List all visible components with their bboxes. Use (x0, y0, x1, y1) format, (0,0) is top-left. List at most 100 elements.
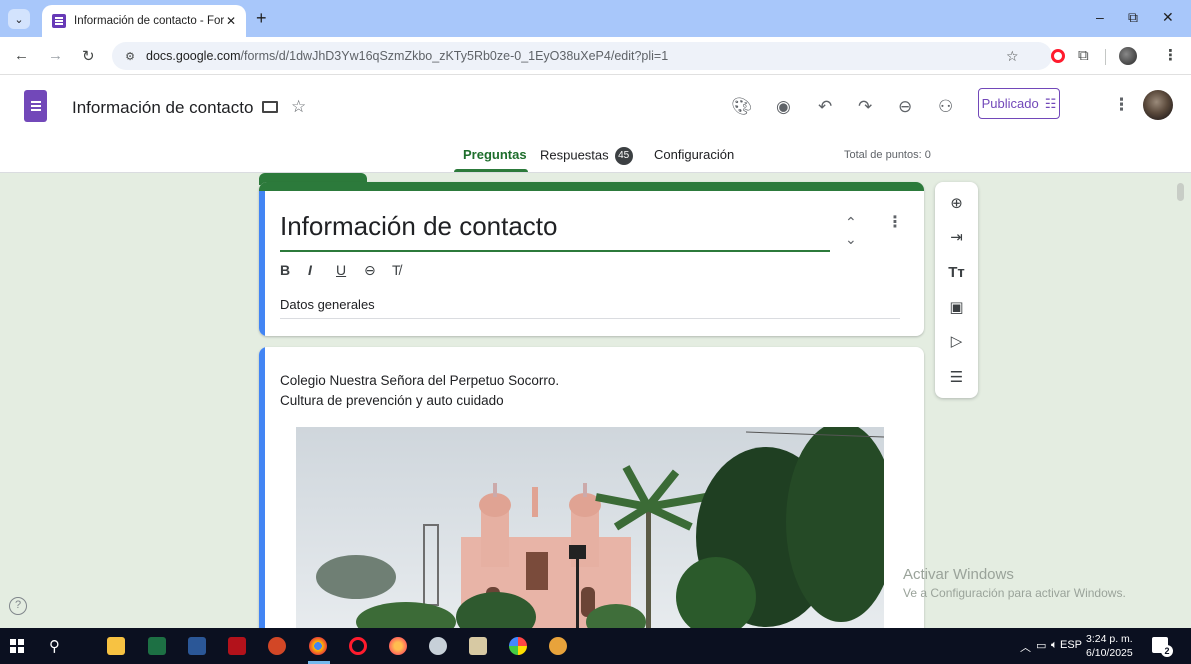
add-question-icon[interactable]: ⊕ (935, 194, 978, 212)
import-questions-icon[interactable]: ⇥ (935, 228, 978, 246)
taskbar-clock[interactable]: 3:24 p. m. 6/10/2025 (1086, 632, 1133, 660)
add-image-icon[interactable]: ▣ (935, 298, 978, 316)
title-card-top-bar (259, 182, 924, 191)
watermark-title: Activar Windows (903, 566, 1014, 583)
bold-button[interactable]: B (280, 262, 308, 279)
church-photo-image[interactable] (296, 427, 884, 637)
card-more-options-icon[interactable]: ⋮ (887, 212, 903, 232)
app-icon-3[interactable] (509, 637, 527, 655)
browser-menu-icon[interactable]: ⋮ (1163, 46, 1178, 64)
app-icon-4[interactable] (549, 637, 567, 655)
tray-show-hidden-icon[interactable]: ︿ (1020, 639, 1031, 655)
extensions-puzzle-icon[interactable]: ⧉ (1078, 47, 1089, 64)
description-line-1: Colegio Nuestra Señora del Perpetuo Soco… (280, 373, 560, 388)
move-to-folder-icon[interactable] (262, 101, 278, 113)
volume-icon[interactable]: 🔈︎ (1051, 639, 1058, 652)
form-title-input[interactable]: Información de contacto (280, 211, 830, 252)
toolbar-divider (1105, 49, 1106, 65)
network-icon[interactable]: ▭ (1036, 639, 1046, 652)
card-left-indicator (259, 347, 265, 637)
responses-count-badge: 45 (614, 147, 633, 165)
taskbar-search-icon[interactable]: ⚲ (49, 637, 60, 655)
selected-card-indicator (259, 191, 265, 336)
url-path: /forms/d/1dwJhD3Yw16qSzmZkbo_zKTy5Rb0ze-… (240, 49, 669, 63)
browser-profile-avatar[interactable] (1119, 47, 1137, 65)
forms-header: Información de contacto ☆ 🎨︎ ◉ ↶ ↷ ⊖ ⚇ P… (0, 75, 1191, 173)
forward-arrow-icon[interactable]: → (48, 47, 63, 64)
preview-eye-icon[interactable]: ◉ (776, 97, 791, 117)
floating-add-toolbar: ⊕ ⇥ Tт ▣ ▷ ☰ (935, 182, 978, 398)
published-label: Publicado (981, 96, 1039, 111)
collapse-icon[interactable]: ⌃ ⌄ (845, 214, 857, 248)
tab-responses[interactable]: Respuestas 45 (540, 147, 633, 165)
new-tab-button[interactable]: + (256, 8, 267, 29)
acrobat-icon[interactable] (228, 637, 246, 655)
address-bar[interactable]: ⚙ docs.google.com/forms/d/1dwJhD3Yw16qSz… (112, 42, 1052, 70)
chrome-icon[interactable] (309, 637, 327, 655)
powerpoint-icon[interactable] (268, 637, 286, 655)
restore-button[interactable]: ⧉ (1128, 9, 1138, 26)
watermark-subtitle: Ve a Configuración para activar Windows. (903, 586, 1126, 600)
url-text: docs.google.com/forms/d/1dwJhD3Yw16qSzmZ… (146, 49, 668, 63)
clock-time: 3:24 p. m. (1086, 633, 1133, 645)
insert-link-icon[interactable]: ⊖ (364, 262, 392, 279)
back-arrow-icon[interactable]: ← (14, 47, 29, 64)
app-icon-1[interactable] (429, 637, 447, 655)
notification-center-icon[interactable]: 2 (1152, 637, 1173, 657)
user-avatar[interactable] (1143, 90, 1173, 120)
undo-icon[interactable]: ↶ (818, 97, 832, 117)
tab-responses-label: Respuestas (540, 147, 609, 163)
more-options-icon[interactable]: ⋮ (1113, 95, 1130, 115)
published-button[interactable]: Publicado ☷ (978, 88, 1060, 119)
word-icon[interactable] (188, 637, 206, 655)
chevron-down-icon: ⌄ (14, 13, 24, 26)
browser-tab-active[interactable]: Información de contacto - Form ✕ (42, 5, 246, 37)
italic-button[interactable]: I (308, 262, 336, 279)
text-format-toolbar: B I U ⊖ T̸ (280, 262, 420, 279)
add-collaborator-icon[interactable]: ⚇ (938, 97, 953, 117)
tab-close-icon[interactable]: ✕ (226, 14, 236, 28)
activate-windows-watermark: Activar Windows Ve a Configuración para … (903, 566, 1126, 600)
add-title-description-icon[interactable]: Tт (935, 264, 978, 281)
total-points: Total de puntos: 0 (844, 149, 931, 161)
browser-toolbar: ← → ↻ ⚙ docs.google.com/forms/d/1dwJhD3Y… (0, 37, 1191, 75)
tab-questions[interactable]: Preguntas (463, 147, 527, 162)
app-icon-2[interactable] (469, 637, 487, 655)
language-indicator[interactable]: ESP (1060, 639, 1082, 651)
forms-logo-icon[interactable] (24, 90, 47, 122)
clear-formatting-icon[interactable]: T̸ (392, 262, 420, 279)
excel-icon[interactable] (148, 637, 166, 655)
windows-start-icon[interactable] (10, 639, 24, 653)
url-host: docs.google.com (146, 49, 241, 63)
star-icon[interactable]: ☆ (291, 97, 306, 117)
add-section-icon[interactable]: ☰ (935, 368, 978, 386)
tab-settings[interactable]: Configuración (654, 147, 734, 162)
notification-count: 2 (1161, 645, 1173, 657)
clock-date: 6/10/2025 (1086, 647, 1133, 659)
bookmark-star-icon[interactable]: ☆ (1006, 48, 1019, 65)
tab-search-button[interactable]: ⌄ (8, 9, 30, 29)
church-photo-illustration (296, 427, 884, 637)
help-icon[interactable]: ? (9, 597, 27, 615)
browser-tab-strip: ⌄ Información de contacto - Form ✕ + – ⧉… (0, 0, 1191, 37)
reload-icon[interactable]: ↻ (82, 47, 95, 65)
file-explorer-icon[interactable] (107, 637, 125, 655)
form-description-input[interactable]: Datos generales (280, 297, 900, 319)
opera-extension-icon[interactable] (1051, 49, 1065, 63)
copy-link-icon[interactable]: ⊖ (898, 97, 912, 117)
publish-settings-icon: ☷ (1044, 95, 1057, 111)
forms-favicon-icon (52, 14, 66, 28)
opera-icon[interactable] (349, 637, 367, 655)
customize-theme-palette-icon[interactable]: 🎨︎ (731, 97, 753, 117)
underline-button[interactable]: U (336, 262, 364, 279)
text-image-card[interactable]: Colegio Nuestra Señora del Perpetuo Soco… (259, 347, 924, 637)
redo-icon[interactable]: ↷ (858, 97, 872, 117)
document-title[interactable]: Información de contacto (72, 98, 253, 118)
site-info-icon[interactable]: ⚙ (120, 47, 140, 65)
page-scrollbar[interactable] (1177, 183, 1184, 201)
window-close-button[interactable]: ✕ (1162, 9, 1174, 26)
minimize-button[interactable]: – (1096, 9, 1104, 25)
firefox-icon[interactable] (389, 637, 407, 655)
add-video-icon[interactable]: ▷ (935, 332, 978, 350)
form-title-card[interactable]: Información de contacto ⌃ ⌄ ⋮ B I U ⊖ T̸ … (259, 182, 924, 336)
